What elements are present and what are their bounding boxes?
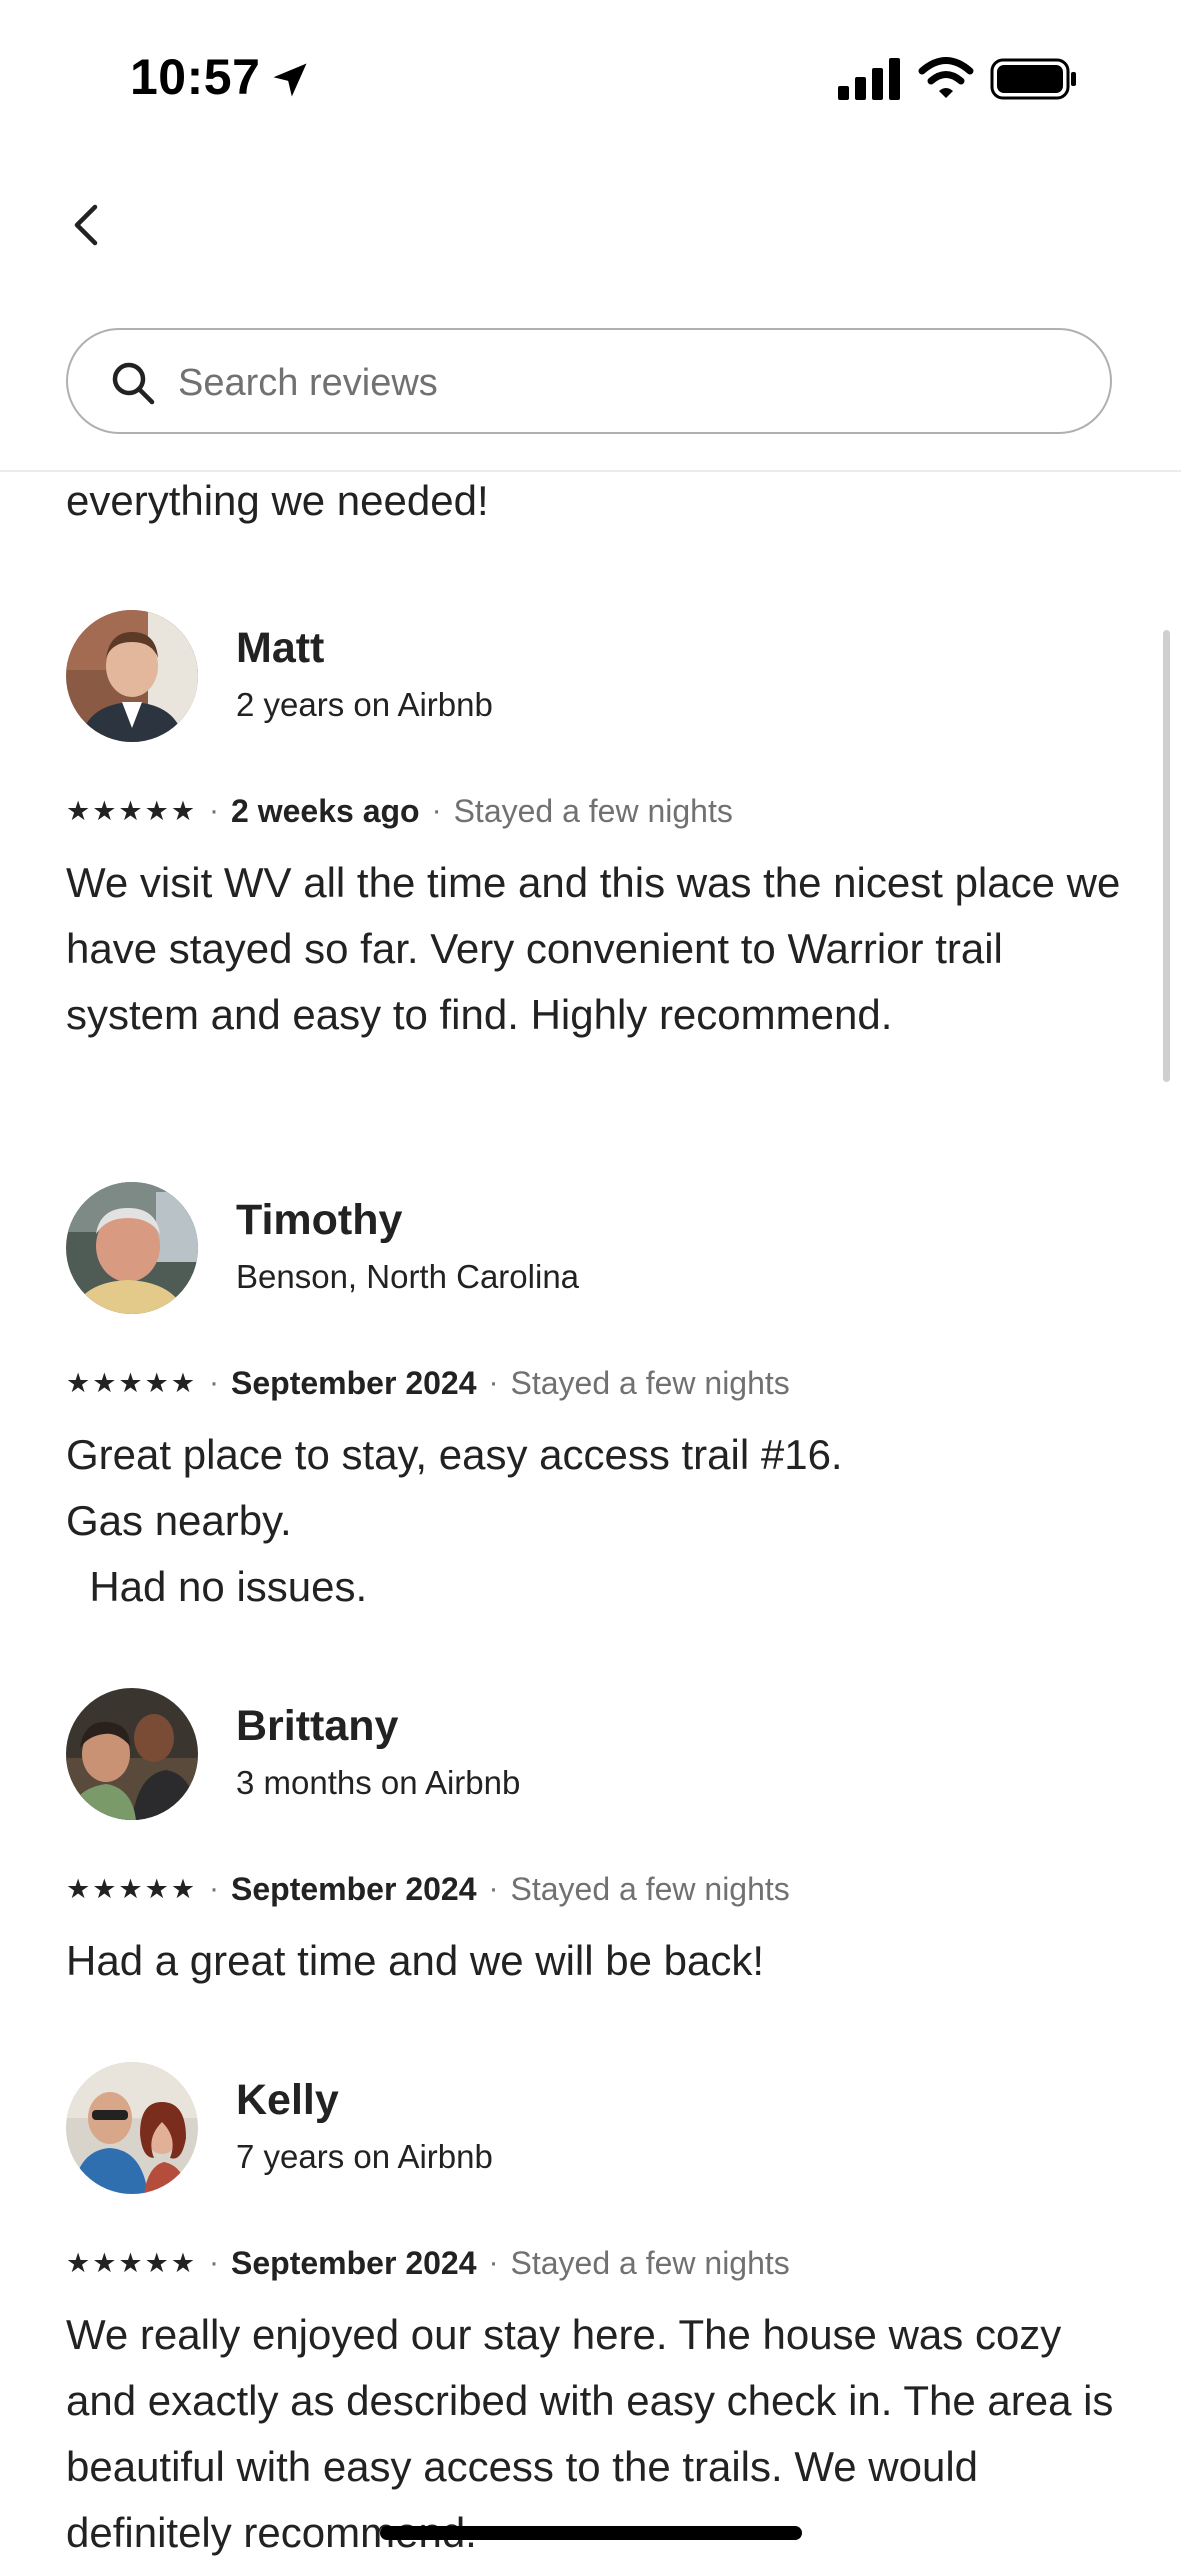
star-rating-icon: ★★★★★ (66, 1873, 198, 1904)
search-bar[interactable] (66, 328, 1112, 434)
review-date: September 2024 (231, 1870, 477, 1907)
stay-length: Stayed a few nights (510, 2244, 790, 2281)
avatar-photo (66, 1688, 198, 1820)
review-text: Great place to stay, easy access trail #… (66, 1431, 843, 1610)
home-indicator[interactable] (380, 2526, 802, 2540)
avatar-photo (66, 1182, 198, 1314)
review-text: We really enjoyed our stay here. The hou… (66, 2311, 1126, 2556)
reviewer-name[interactable]: Matt (236, 624, 324, 673)
separator-dot: · (488, 2246, 499, 2279)
status-time: 10:57 (130, 49, 261, 105)
separator-dot: · (209, 1366, 220, 1399)
avatar[interactable] (66, 610, 198, 742)
stay-length: Stayed a few nights (510, 1364, 790, 1401)
reviewer-tenure: 3 months on Airbnb (236, 1764, 521, 1801)
separator-dot: · (209, 794, 220, 827)
reviewer-name[interactable]: Brittany (236, 1702, 398, 1751)
reviewer-tenure: 7 years on Airbnb (236, 2138, 493, 2175)
reviewer-name[interactable]: Kelly (236, 2076, 339, 2125)
separator-dot: · (209, 2246, 220, 2279)
separator-dot: · (209, 1872, 220, 1905)
review-meta: ★★★★★ · September 2024 · Stayed a few ni… (66, 1358, 790, 1408)
partial-review-text: everything we needed! (66, 477, 489, 524)
star-rating-icon: ★★★★★ (66, 795, 198, 826)
separator-dot: · (431, 794, 442, 827)
wifi-icon (918, 57, 974, 98)
star-rating-icon: ★★★★★ (66, 1367, 198, 1398)
back-button[interactable] (60, 195, 112, 255)
review-meta: ★★★★★ · 2 weeks ago · Stayed a few night… (66, 786, 733, 836)
review-date: September 2024 (231, 2244, 477, 2281)
location-arrow-icon (273, 63, 307, 97)
avatar[interactable] (66, 1182, 198, 1314)
stay-length: Stayed a few nights (453, 792, 733, 829)
reviews-list[interactable]: everything we needed! Matt 2 years on Ai… (0, 472, 1181, 2560)
reviewer-tenure: 2 years on Airbnb (236, 686, 493, 723)
stay-length: Stayed a few nights (510, 1870, 790, 1907)
avatar-photo (66, 2062, 198, 2194)
reviewer-location: Benson, North Carolina (236, 1258, 580, 1295)
review-text: We visit WV all the time and this was th… (66, 859, 1132, 1038)
separator-dot: · (488, 1872, 499, 1905)
review-date: September 2024 (231, 1364, 477, 1401)
review-meta: ★★★★★ · September 2024 · Stayed a few ni… (66, 2238, 790, 2288)
search-input[interactable] (176, 348, 1080, 418)
avatar[interactable] (66, 1688, 198, 1820)
avatar-photo (66, 610, 198, 742)
star-rating-icon: ★★★★★ (66, 2247, 198, 2278)
review-text: Had a great time and we will be back! (66, 1937, 765, 1984)
search-icon (112, 362, 155, 405)
scrollbar[interactable] (1163, 630, 1170, 1082)
status-bar: 10:57 (0, 0, 1181, 160)
separator-dot: · (488, 1366, 499, 1399)
review-date: 2 weeks ago (231, 792, 420, 829)
battery-icon (990, 58, 1076, 100)
avatar[interactable] (66, 2062, 198, 2194)
cellular-signal-icon (838, 58, 900, 100)
reviewer-name[interactable]: Timothy (236, 1196, 402, 1245)
chevron-left-icon (74, 204, 98, 246)
review-meta: ★★★★★ · September 2024 · Stayed a few ni… (66, 1864, 790, 1914)
